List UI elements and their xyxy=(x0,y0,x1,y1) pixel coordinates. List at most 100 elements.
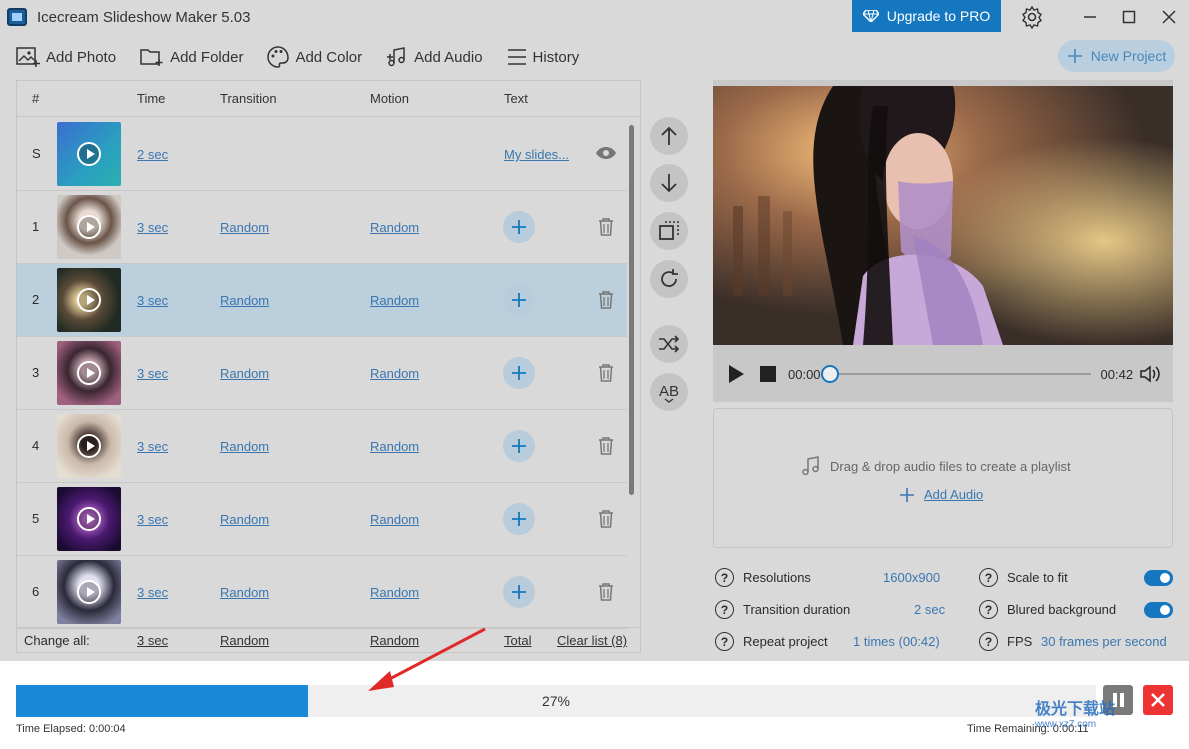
trash-icon[interactable] xyxy=(597,290,615,310)
volume-icon[interactable] xyxy=(1139,364,1163,384)
transition-link[interactable]: Random xyxy=(220,512,269,527)
time-link[interactable]: 2 sec xyxy=(137,147,168,162)
add-text-button[interactable] xyxy=(503,211,535,243)
time-link[interactable]: 3 sec xyxy=(137,512,168,527)
rotate-button[interactable] xyxy=(650,260,688,298)
blured-background-setting: ? Blured background xyxy=(979,600,1116,619)
add-text-button[interactable] xyxy=(503,576,535,608)
text-link[interactable]: My slides... xyxy=(504,147,569,162)
play-icon[interactable] xyxy=(729,365,744,383)
table-row[interactable]: 1 3 sec Random Random xyxy=(17,191,627,264)
add-text-button[interactable] xyxy=(503,503,535,535)
move-up-button[interactable] xyxy=(650,117,688,155)
photo-thumbnail[interactable] xyxy=(57,341,121,405)
minimize-button[interactable] xyxy=(1078,5,1102,29)
maximize-button[interactable] xyxy=(1117,5,1141,29)
help-icon[interactable]: ? xyxy=(715,568,734,587)
move-down-button[interactable] xyxy=(650,164,688,202)
play-icon[interactable] xyxy=(77,215,101,239)
motion-link[interactable]: Random xyxy=(370,439,419,454)
audio-drop-zone[interactable]: Drag & drop audio files to create a play… xyxy=(713,408,1173,548)
trash-icon[interactable] xyxy=(597,217,615,237)
total-link[interactable]: Total xyxy=(504,633,531,648)
title-slide-thumbnail[interactable] xyxy=(57,122,121,186)
trash-icon[interactable] xyxy=(597,363,615,383)
resolutions-value[interactable]: 1600x900 xyxy=(883,570,940,585)
trash-icon[interactable] xyxy=(597,436,615,456)
motion-link[interactable]: Random xyxy=(370,512,419,527)
transition-link[interactable]: Random xyxy=(220,585,269,600)
add-text-button[interactable] xyxy=(503,357,535,389)
gear-icon[interactable] xyxy=(1020,5,1044,30)
add-color-button[interactable]: Add Color xyxy=(267,46,362,68)
time-link[interactable]: 3 sec xyxy=(137,220,168,235)
add-text-button[interactable] xyxy=(503,430,535,462)
table-row[interactable]: 5 3 sec Random Random xyxy=(17,483,627,556)
repeat-value[interactable]: 1 times (00:42) xyxy=(853,634,940,649)
table-row[interactable]: 4 3 sec Random Random xyxy=(17,410,627,483)
table-scrollbar[interactable] xyxy=(629,125,634,495)
cancel-button[interactable] xyxy=(1143,685,1173,715)
play-icon[interactable] xyxy=(77,361,101,385)
resolutions-setting: ? Resolutions xyxy=(715,568,811,587)
time-link[interactable]: 3 sec xyxy=(137,366,168,381)
transition-link[interactable]: Random xyxy=(220,220,269,235)
help-icon[interactable]: ? xyxy=(715,600,734,619)
seek-handle[interactable] xyxy=(820,365,839,383)
photo-thumbnail[interactable] xyxy=(57,268,121,332)
table-row[interactable]: 6 3 sec Random Random xyxy=(17,556,627,629)
blured-background-toggle[interactable] xyxy=(1144,602,1173,618)
play-icon[interactable] xyxy=(77,288,101,312)
shuffle-button[interactable] xyxy=(650,325,688,363)
play-icon[interactable] xyxy=(77,507,101,531)
clear-list-link[interactable]: Clear list (8) xyxy=(557,633,627,648)
transition-link[interactable]: Random xyxy=(220,439,269,454)
stop-icon[interactable] xyxy=(760,366,776,382)
help-icon[interactable]: ? xyxy=(979,568,998,587)
time-link[interactable]: 3 sec xyxy=(137,439,168,454)
help-icon[interactable]: ? xyxy=(979,600,998,619)
fps-value[interactable]: 30 frames per second xyxy=(1041,634,1167,649)
add-audio-button[interactable]: Add Audio xyxy=(386,46,483,68)
play-icon[interactable] xyxy=(77,580,101,604)
seek-bar[interactable] xyxy=(820,365,1091,383)
history-button[interactable]: History xyxy=(507,48,579,66)
preview-frame[interactable] xyxy=(713,86,1173,345)
trash-icon[interactable] xyxy=(597,509,615,529)
add-audio-link[interactable]: Add Audio xyxy=(900,487,983,502)
add-text-button[interactable] xyxy=(503,284,535,316)
help-icon[interactable]: ? xyxy=(979,632,998,651)
eye-icon[interactable] xyxy=(595,146,617,160)
motion-link[interactable]: Random xyxy=(370,366,419,381)
trash-icon[interactable] xyxy=(597,582,615,602)
scale-to-fit-toggle[interactable] xyxy=(1144,570,1173,586)
change-all-time[interactable]: 3 sec xyxy=(137,633,168,648)
sort-ab-button[interactable]: AB xyxy=(650,373,688,411)
new-project-button[interactable]: New Project xyxy=(1058,40,1175,72)
play-icon[interactable] xyxy=(77,142,101,166)
photo-thumbnail[interactable] xyxy=(57,414,121,478)
upgrade-button[interactable]: Upgrade to PRO xyxy=(852,0,1001,32)
plus-icon xyxy=(512,439,526,453)
photo-thumbnail[interactable] xyxy=(57,560,121,624)
help-icon[interactable]: ? xyxy=(715,632,734,651)
change-all-transition[interactable]: Random xyxy=(220,633,269,648)
table-row[interactable]: S 2 sec My slides... xyxy=(17,118,627,191)
transition-link[interactable]: Random xyxy=(220,293,269,308)
time-link[interactable]: 3 sec xyxy=(137,293,168,308)
add-folder-button[interactable]: Add Folder xyxy=(140,46,243,68)
play-icon[interactable] xyxy=(77,434,101,458)
motion-link[interactable]: Random xyxy=(370,293,419,308)
add-photo-button[interactable]: Add Photo xyxy=(16,46,116,68)
motion-link[interactable]: Random xyxy=(370,220,419,235)
transition-link[interactable]: Random xyxy=(220,366,269,381)
table-row[interactable]: 3 3 sec Random Random xyxy=(17,337,627,410)
motion-link[interactable]: Random xyxy=(370,585,419,600)
close-button[interactable] xyxy=(1157,5,1181,29)
time-link[interactable]: 3 sec xyxy=(137,585,168,600)
crop-button[interactable] xyxy=(650,212,688,250)
photo-thumbnail[interactable] xyxy=(57,487,121,551)
table-row-selected[interactable]: 2 3 sec Random Random xyxy=(17,264,627,337)
transition-duration-value[interactable]: 2 sec xyxy=(914,602,945,617)
photo-thumbnail[interactable] xyxy=(57,195,121,259)
